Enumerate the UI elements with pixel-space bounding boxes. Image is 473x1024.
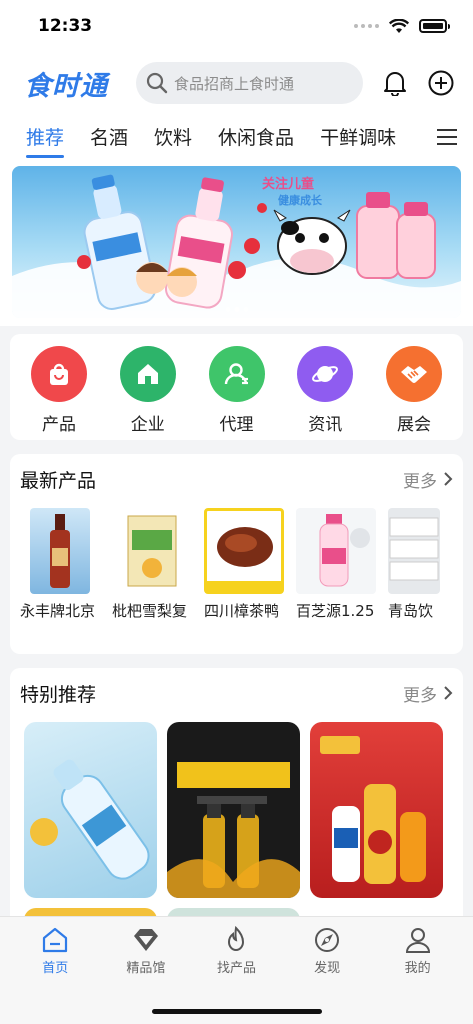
menu-icon <box>437 129 457 145</box>
quick-nav-companies[interactable]: 企业 <box>117 346 179 440</box>
quick-nav-label: 企业 <box>130 415 165 435</box>
product-image <box>204 508 284 594</box>
product-card[interactable]: 枇杷雪梨复 <box>112 508 192 654</box>
app-header: 食时通 食品招商上食时通 <box>0 52 473 114</box>
tabbar-label: 精品馆 <box>126 961 166 976</box>
svg-text:健康成长: 健康成长 <box>278 193 323 207</box>
status-time: 12:33 <box>38 16 93 36</box>
tabbar-label: 我的 <box>404 961 431 976</box>
recommend-image <box>167 762 300 898</box>
tabbar-label: 发现 <box>314 961 341 976</box>
product-name: 四川樟茶鸭 <box>204 602 280 620</box>
notification-button[interactable] <box>377 65 413 101</box>
recommend-card[interactable] <box>310 722 443 898</box>
section-header: 最新产品 更多 <box>10 454 463 504</box>
quick-nav-label: 资讯 <box>308 415 343 435</box>
special-recommend-section: 特别推荐 更多 <box>10 668 463 938</box>
app-screen: 12:33 食时通 食品招商上食时通 推荐 名酒 饮料 休闲食品 干鲜调味 关注… <box>0 0 473 1024</box>
handshake-icon <box>386 346 442 402</box>
status-icons <box>354 18 450 34</box>
compass-icon <box>315 928 340 952</box>
chevron-right-icon <box>444 686 453 700</box>
search-placeholder: 食品招商上食时通 <box>174 74 295 93</box>
home-indicator <box>151 1009 322 1014</box>
tab-drinks[interactable]: 饮料 <box>154 123 192 160</box>
special-more-link[interactable]: 更多 <box>403 681 453 706</box>
quick-nav-label: 展会 <box>397 415 431 435</box>
product-name: 百芝源1.25 <box>296 602 375 620</box>
chevron-right-icon <box>444 472 453 486</box>
quick-nav: 产品 企业 代理 资讯 展会 <box>10 334 463 440</box>
product-image <box>112 508 192 594</box>
recommend-image <box>320 736 426 884</box>
product-image <box>30 508 90 594</box>
product-list: 永丰牌北京 枇杷雪梨复 四川樟茶鸭 百芝源1.25 青岛饮 <box>10 504 463 654</box>
tabbar-boutique[interactable]: 精品馆 <box>111 925 181 976</box>
svg-text:关注儿童: 关注儿童 <box>262 176 314 192</box>
wifi-icon <box>389 18 409 33</box>
carousel-indicator <box>225 307 248 312</box>
banner-image: 关注儿童 健康成长 <box>12 174 461 318</box>
product-card[interactable]: 百芝源1.25 <box>296 508 376 654</box>
bell-icon <box>384 72 406 96</box>
product-name: 永丰牌北京 <box>20 602 96 620</box>
add-button[interactable] <box>423 65 459 101</box>
status-bar: 12:33 <box>0 0 473 52</box>
user-icon <box>405 928 430 953</box>
search-input[interactable]: 食品招商上食时通 <box>136 62 363 104</box>
section-title: 最新产品 <box>20 469 97 492</box>
banner-container: 关注儿童 健康成长 <box>0 160 473 326</box>
recommend-list <box>10 718 463 898</box>
product-image <box>296 508 376 594</box>
bag-icon <box>31 346 87 402</box>
quick-nav-products[interactable]: 产品 <box>28 346 90 440</box>
more-label: 更多 <box>403 685 437 706</box>
tab-recommend[interactable]: 推荐 <box>26 123 65 160</box>
product-name: 青岛饮 <box>388 602 434 620</box>
search-icon <box>146 72 168 94</box>
section-header: 特别推荐 更多 <box>10 668 463 718</box>
planet-icon <box>297 346 354 402</box>
latest-more-link[interactable]: 更多 <box>403 467 453 492</box>
tab-famous-liquor[interactable]: 名酒 <box>90 123 128 160</box>
product-card[interactable]: 四川樟茶鸭 <box>204 508 284 654</box>
quick-nav-exhibitions[interactable]: 展会 <box>383 346 445 440</box>
tab-seasoning[interactable]: 干鲜调味 <box>320 123 396 160</box>
product-name: 枇杷雪梨复 <box>112 602 188 620</box>
diamond-icon <box>133 929 158 951</box>
tabbar-home[interactable]: 首页 <box>20 925 90 976</box>
quick-nav-label: 代理 <box>219 415 254 435</box>
more-label: 更多 <box>403 471 437 492</box>
category-tabs: 推荐 名酒 饮料 休闲食品 干鲜调味 <box>0 114 473 160</box>
app-logo: 食时通 <box>24 70 108 102</box>
promo-banner[interactable]: 关注儿童 健康成长 <box>12 166 461 318</box>
quick-nav-news[interactable]: 资讯 <box>294 346 356 440</box>
product-image <box>388 508 440 594</box>
quick-nav-agents[interactable]: 代理 <box>206 346 268 440</box>
section-title: 特别推荐 <box>20 683 97 706</box>
recommend-card[interactable] <box>24 722 157 898</box>
tabbar-label: 找产品 <box>216 961 256 976</box>
tabbar-discover[interactable]: 发现 <box>292 925 362 976</box>
recommend-image <box>30 759 150 880</box>
bottom-tab-bar: 首页 精品馆 找产品 发现 我的 <box>0 916 473 1024</box>
home-outline-icon <box>43 927 68 953</box>
product-card[interactable]: 永丰牌北京 <box>20 508 100 654</box>
recommend-card[interactable] <box>167 722 300 898</box>
quick-nav-label: 产品 <box>42 415 76 435</box>
tabbar-label: 首页 <box>42 961 69 976</box>
latest-products-section: 最新产品 更多 永丰牌北京 枇杷雪梨复 四川樟茶鸭 百芝源1.25 青岛饮 <box>10 454 463 654</box>
plus-circle-icon <box>428 70 454 96</box>
product-card[interactable]: 青岛饮 <box>388 508 440 654</box>
home-icon <box>119 346 176 402</box>
tabbar-find-products[interactable]: 找产品 <box>201 925 271 976</box>
signal-icon <box>354 24 379 28</box>
battery-icon <box>419 19 450 33</box>
person-icon <box>208 346 265 402</box>
category-menu-button[interactable] <box>421 114 473 160</box>
tabbar-mine[interactable]: 我的 <box>383 925 453 976</box>
flame-icon <box>228 925 245 951</box>
tab-snacks[interactable]: 休闲食品 <box>218 123 294 160</box>
